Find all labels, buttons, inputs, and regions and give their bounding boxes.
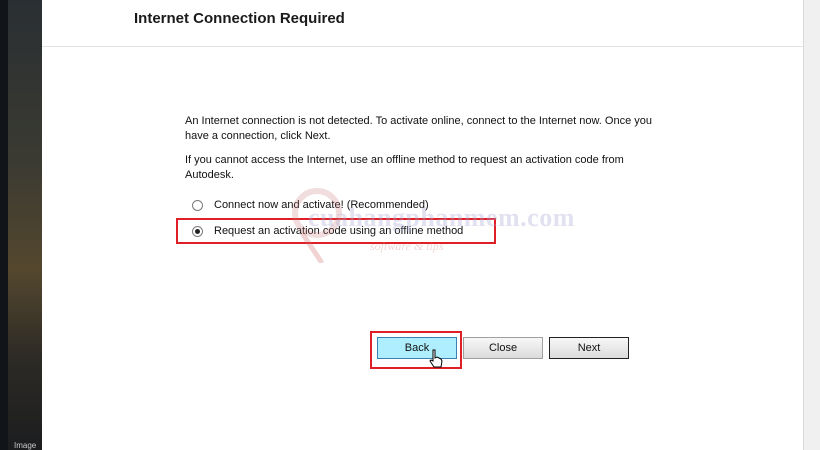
dialog-header: Internet Connection Required [42,0,803,47]
background-label: Image [14,441,37,450]
background-window-strip: Image [0,0,42,450]
radio-button[interactable] [192,199,203,211]
close-button[interactable]: Close [463,337,543,359]
option-connect-now[interactable]: Connect now and activate! (Recommended) [192,197,429,213]
right-scroll-strip [803,0,820,450]
offline-paragraph: If you cannot access the Internet, use a… [185,154,624,181]
annotation-highlight-box [176,218,496,244]
back-button[interactable]: Back [377,337,457,359]
dialog-title: Internet Connection Required [134,10,345,27]
mouse-pointer-hand-icon [429,349,443,368]
info-paragraph: An Internet connection is not detected. … [185,115,652,142]
option-label: Connect now and activate! (Recommended) [214,199,429,211]
next-button[interactable]: Next [549,337,629,359]
